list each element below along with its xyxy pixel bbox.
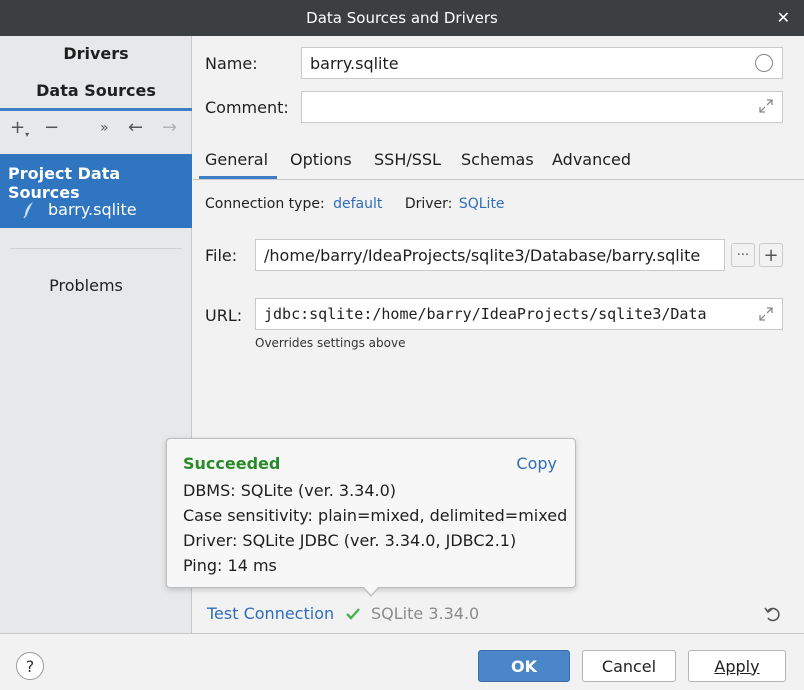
popup-line-driver: Driver: SQLite JDBC (ver. 3.34.0, JDBC2.…: [183, 531, 517, 550]
dialog-footer: ? OK Cancel Apply: [0, 633, 804, 690]
cancel-button[interactable]: Cancel: [582, 650, 676, 682]
popup-status: Succeeded: [183, 454, 281, 473]
apply-button[interactable]: Apply: [688, 650, 786, 682]
nav-data-sources[interactable]: Data Sources: [0, 81, 192, 100]
tab-general[interactable]: General: [205, 150, 268, 169]
sqlite-icon: [23, 202, 33, 219]
popup-tail-inner: [363, 586, 379, 595]
test-connection-row: Test Connection SQLite 3.34.0: [193, 596, 804, 632]
connection-type-link[interactable]: default: [333, 196, 382, 212]
browse-button[interactable]: ···: [731, 243, 755, 267]
copy-link[interactable]: Copy: [516, 454, 557, 473]
comment-label: Comment:: [205, 98, 289, 117]
forward-icon[interactable]: →: [162, 118, 177, 138]
url-expand-icon[interactable]: [759, 307, 773, 321]
data-sources-list: Project Data Sources barry.sqlite: [0, 154, 192, 228]
group-header[interactable]: Project Data Sources: [8, 164, 192, 202]
expand-icon[interactable]: [759, 99, 773, 113]
url-hint: Overrides settings above: [255, 336, 406, 350]
ok-button[interactable]: OK: [478, 650, 570, 682]
popup-line-dbms: DBMS: SQLite (ver. 3.34.0): [183, 481, 397, 500]
sidebar-divider: [10, 248, 182, 249]
connection-type-label: Connection type:: [205, 196, 325, 212]
test-result: SQLite 3.34.0: [371, 604, 480, 623]
tab-selected-underline: [199, 176, 277, 179]
comment-input[interactable]: [301, 91, 783, 123]
sidebar: Drivers Data Sources +▾ − » ← → Project …: [0, 36, 192, 633]
help-icon[interactable]: ?: [16, 652, 44, 680]
add-file-button[interactable]: +: [759, 243, 783, 267]
window-title: Data Sources and Drivers: [306, 9, 498, 27]
data-source-item[interactable]: barry.sqlite: [48, 200, 137, 219]
nav-drivers[interactable]: Drivers: [0, 44, 192, 63]
url-value: jdbc:sqlite:/home/barry/IdeaProjects/sql…: [264, 305, 707, 323]
driver-link[interactable]: SQLite: [459, 196, 505, 212]
color-circle-icon[interactable]: [755, 54, 773, 72]
checkmark-icon: [346, 608, 360, 620]
file-label: File:: [205, 246, 238, 265]
sidebar-toolbar: +▾ − » ← →: [0, 116, 192, 144]
more-icon[interactable]: »: [100, 118, 109, 138]
file-input[interactable]: /home/barry/IdeaProjects/sqlite3/Databas…: [255, 239, 725, 271]
popup-line-ping: Ping: 14 ms: [183, 556, 277, 575]
file-value: /home/barry/IdeaProjects/sqlite3/Databas…: [264, 245, 701, 265]
tab-options[interactable]: Options: [290, 150, 352, 169]
connection-info-row: Connection type: default Driver: SQLite: [205, 196, 505, 212]
tab-advanced[interactable]: Advanced: [552, 150, 631, 169]
tab-bar: General Options SSH/SSL Schemas Advanced: [193, 142, 804, 180]
tab-ssh-ssl[interactable]: SSH/SSL: [374, 150, 441, 169]
tab-schemas[interactable]: Schemas: [461, 150, 534, 169]
url-input[interactable]: jdbc:sqlite:/home/barry/IdeaProjects/sql…: [255, 298, 783, 330]
problems-item[interactable]: Problems: [0, 276, 172, 295]
add-icon[interactable]: +▾: [10, 118, 29, 141]
revert-icon[interactable]: [764, 605, 782, 623]
name-input[interactable]: barry.sqlite: [301, 47, 783, 79]
test-connection-link[interactable]: Test Connection: [207, 604, 334, 623]
back-icon[interactable]: ←: [128, 118, 143, 138]
connection-result-popup: Succeeded Copy DBMS: SQLite (ver. 3.34.0…: [166, 438, 576, 588]
name-label: Name:: [205, 54, 258, 73]
popup-line-case: Case sensitivity: plain=mixed, delimited…: [183, 506, 568, 525]
title-bar: Data Sources and Drivers ✕: [0, 0, 804, 36]
remove-icon[interactable]: −: [44, 118, 59, 138]
close-icon[interactable]: ✕: [777, 8, 790, 27]
name-value: barry.sqlite: [310, 53, 399, 73]
nav-selected-underline: [0, 108, 192, 111]
driver-label: Driver:: [404, 196, 453, 212]
url-label: URL:: [205, 306, 243, 325]
